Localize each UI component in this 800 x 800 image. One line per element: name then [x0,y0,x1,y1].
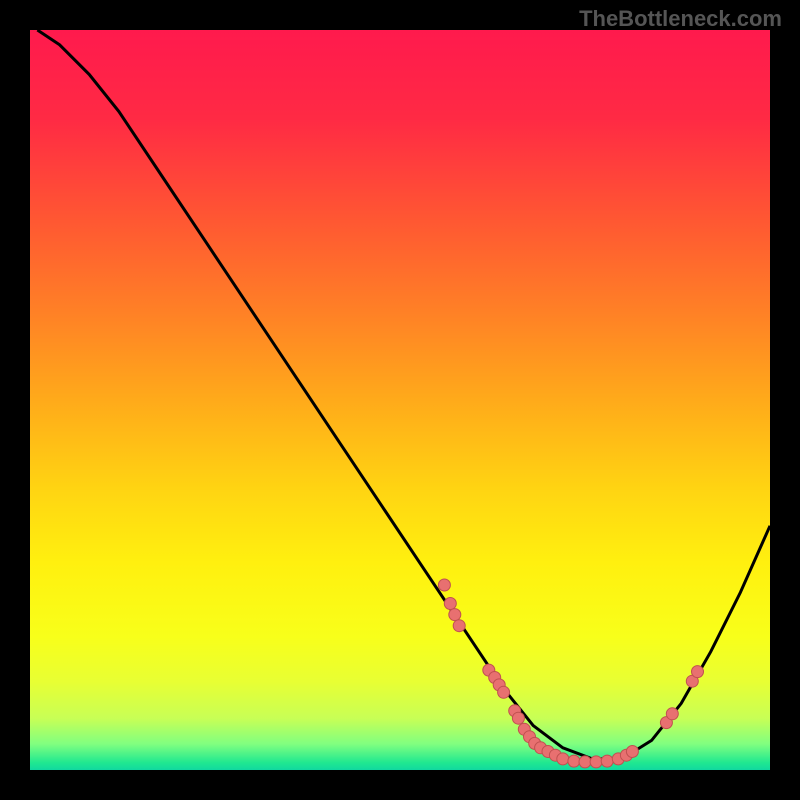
curve-marker [438,579,450,591]
watermark-text: TheBottleneck.com [579,6,782,32]
gradient-background [30,30,770,770]
curve-marker [498,686,510,698]
curve-marker [666,708,678,720]
curve-marker [626,746,638,758]
curve-marker [568,755,580,767]
curve-marker [453,620,465,632]
chart-container: TheBottleneck.com [0,0,800,800]
bottleneck-chart [30,30,770,770]
curve-marker [512,712,524,724]
curve-marker [444,598,456,610]
curve-marker [692,666,704,678]
curve-marker [579,756,591,768]
curve-marker [449,609,461,621]
curve-marker [557,753,569,765]
curve-marker [601,755,613,767]
curve-marker [590,756,602,768]
